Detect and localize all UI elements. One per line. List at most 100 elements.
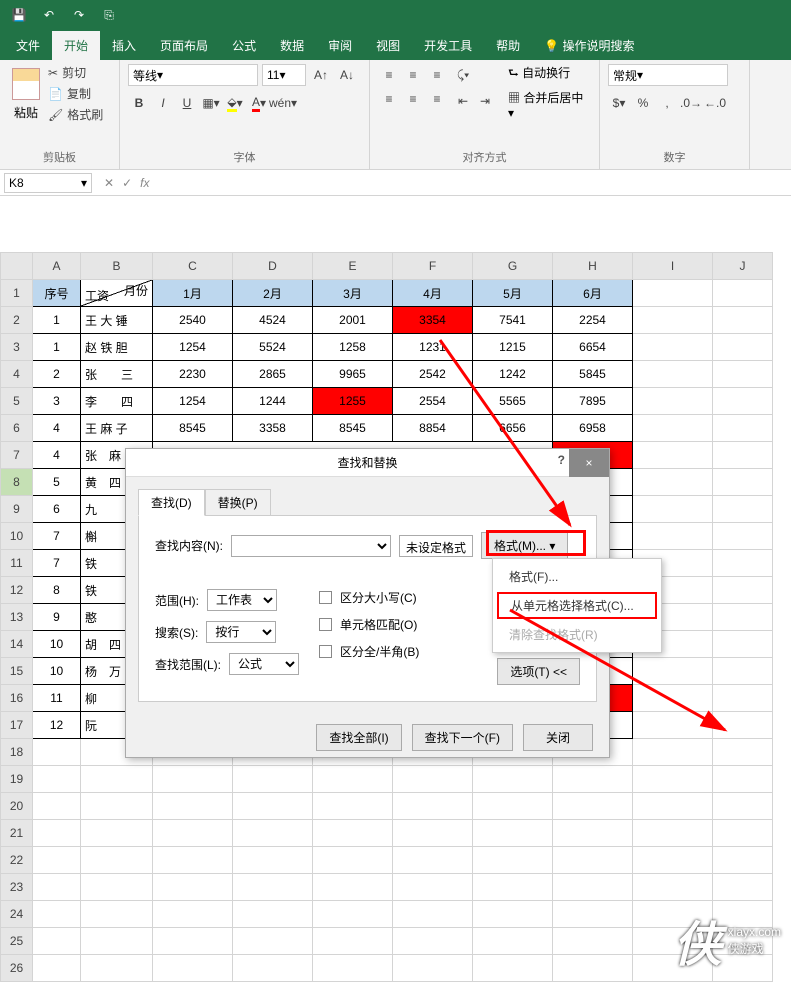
search-select[interactable]: 按行 <box>206 621 276 643</box>
cell[interactable] <box>393 766 473 793</box>
cell[interactable] <box>713 496 773 523</box>
cell[interactable] <box>153 766 233 793</box>
col-header[interactable]: B <box>81 253 153 280</box>
cell[interactable] <box>33 847 81 874</box>
touch-icon[interactable]: ⎘ <box>98 4 120 26</box>
row-header[interactable]: 11 <box>1 550 33 577</box>
row-header[interactable]: 14 <box>1 631 33 658</box>
cell[interactable]: 6656 <box>473 415 553 442</box>
row-header[interactable]: 9 <box>1 496 33 523</box>
font-size-select[interactable]: 11 ▾ <box>262 64 306 86</box>
cell[interactable] <box>633 847 713 874</box>
cell[interactable] <box>393 847 473 874</box>
cell[interactable]: 5月 <box>473 280 553 307</box>
cell[interactable] <box>633 496 713 523</box>
row-header[interactable]: 7 <box>1 442 33 469</box>
cell[interactable] <box>313 928 393 955</box>
cell[interactable]: 1231 <box>393 334 473 361</box>
cell[interactable] <box>153 847 233 874</box>
cell[interactable]: 2月 <box>233 280 313 307</box>
cell[interactable]: 5 <box>33 469 81 496</box>
select-all-corner[interactable] <box>1 253 33 280</box>
cell[interactable]: 8545 <box>313 415 393 442</box>
cell[interactable] <box>473 955 553 982</box>
cell[interactable]: 5565 <box>473 388 553 415</box>
row-header[interactable]: 4 <box>1 361 33 388</box>
cell[interactable]: 1254 <box>153 388 233 415</box>
bold-button[interactable]: B <box>128 92 150 114</box>
cell[interactable]: 2254 <box>553 307 633 334</box>
cell[interactable] <box>473 874 553 901</box>
cell[interactable] <box>473 766 553 793</box>
cell[interactable]: 4 <box>33 415 81 442</box>
cell[interactable] <box>713 874 773 901</box>
cell[interactable] <box>713 550 773 577</box>
cell[interactable] <box>233 766 313 793</box>
cell[interactable] <box>713 604 773 631</box>
cell[interactable] <box>233 955 313 982</box>
cell[interactable] <box>233 928 313 955</box>
cell[interactable] <box>713 442 773 469</box>
col-header[interactable]: D <box>233 253 313 280</box>
row-header[interactable]: 12 <box>1 577 33 604</box>
cell[interactable] <box>633 874 713 901</box>
tab-data[interactable]: 数据 <box>268 31 316 60</box>
cell[interactable] <box>33 766 81 793</box>
cell[interactable]: 1215 <box>473 334 553 361</box>
row-header[interactable]: 24 <box>1 901 33 928</box>
tab-file[interactable]: 文件 <box>4 31 52 60</box>
merge-center-button[interactable]: ▦ 合并后居中 ▾ <box>508 89 591 120</box>
undo-icon[interactable]: ↶ <box>38 4 60 26</box>
row-header[interactable]: 8 <box>1 469 33 496</box>
cell[interactable]: 6958 <box>553 415 633 442</box>
grow-font-icon[interactable]: A↑ <box>310 64 332 86</box>
cell[interactable] <box>633 388 713 415</box>
cell[interactable] <box>553 847 633 874</box>
cell[interactable] <box>393 955 473 982</box>
indent-icon[interactable]: ⇥ <box>474 90 496 112</box>
col-header[interactable]: F <box>393 253 473 280</box>
phonetic-button[interactable]: wén▾ <box>272 92 294 114</box>
cut-button[interactable]: ✂ 剪切 <box>48 64 103 81</box>
cell[interactable] <box>713 415 773 442</box>
cell[interactable]: 6月 <box>553 280 633 307</box>
cell[interactable]: 8 <box>33 577 81 604</box>
col-header[interactable]: J <box>713 253 773 280</box>
cell[interactable] <box>713 388 773 415</box>
cell[interactable]: 10 <box>33 631 81 658</box>
cell[interactable] <box>393 928 473 955</box>
cell[interactable]: 王 麻 子 <box>81 415 153 442</box>
cell[interactable] <box>633 442 713 469</box>
cell[interactable] <box>233 847 313 874</box>
row-header[interactable]: 25 <box>1 928 33 955</box>
options-button[interactable]: 选项(T) << <box>497 658 580 685</box>
cell[interactable] <box>553 766 633 793</box>
cell[interactable] <box>713 334 773 361</box>
cell[interactable] <box>633 658 713 685</box>
cell[interactable] <box>713 631 773 658</box>
cell[interactable] <box>713 577 773 604</box>
cell[interactable] <box>633 712 713 739</box>
number-format-select[interactable]: 常规 ▾ <box>608 64 728 86</box>
cell[interactable] <box>233 901 313 928</box>
align-top-icon[interactable]: ≡ <box>378 64 400 86</box>
cell[interactable] <box>393 874 473 901</box>
tab-home[interactable]: 开始 <box>52 31 100 60</box>
cell[interactable] <box>713 847 773 874</box>
painter-button[interactable]: 🖌 格式刷 <box>48 106 103 123</box>
cell[interactable] <box>313 820 393 847</box>
align-middle-icon[interactable]: ≡ <box>402 64 424 86</box>
lookin-select[interactable]: 公式 <box>229 653 299 675</box>
row-header[interactable]: 15 <box>1 658 33 685</box>
cell[interactable]: 赵 铁 胆 <box>81 334 153 361</box>
copy-button[interactable]: 📄 复制 <box>48 85 103 102</box>
cell[interactable] <box>633 415 713 442</box>
cell[interactable] <box>473 793 553 820</box>
close-button[interactable]: 关闭 <box>523 724 593 751</box>
cell[interactable] <box>33 793 81 820</box>
cell[interactable] <box>393 820 473 847</box>
tab-formula[interactable]: 公式 <box>220 31 268 60</box>
cell[interactable]: 7 <box>33 523 81 550</box>
cell[interactable] <box>313 793 393 820</box>
cell[interactable] <box>633 280 713 307</box>
